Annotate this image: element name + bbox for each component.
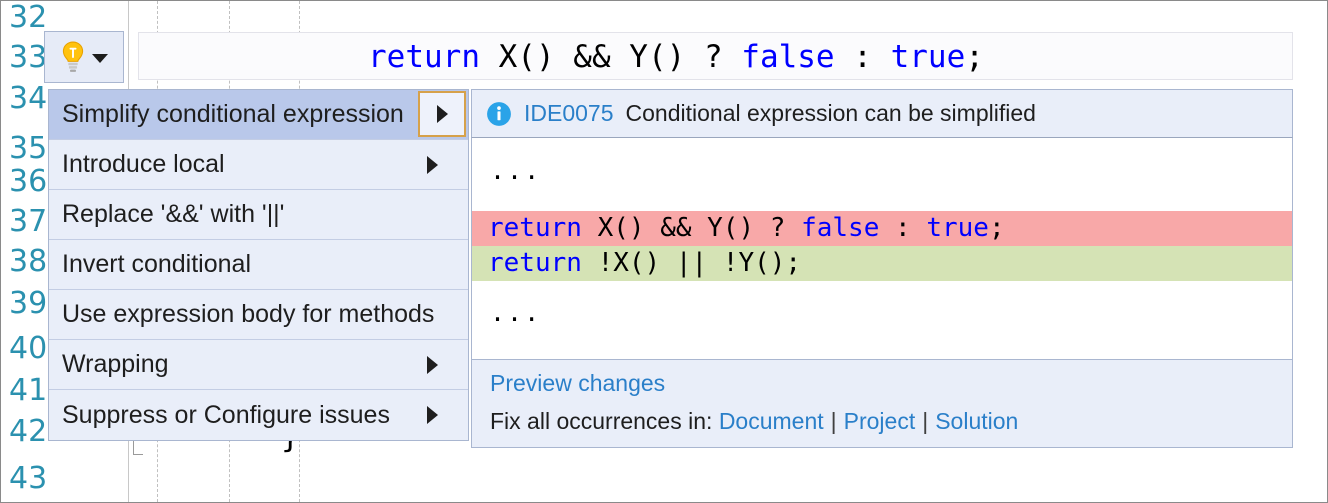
lightbulb-icon [62,41,84,72]
code-token-false: false [741,39,835,75]
menu-item-label: Use expression body for methods [62,300,435,328]
diff-token-true: true [926,213,989,243]
preview-footer: Preview changes Fix all occurrences in: … [471,359,1293,448]
menu-item-use-expression-body-for-methods[interactable]: Use expression body for methods [49,290,468,340]
diff-line-removed: return X() && Y() ? false : true; [472,211,1292,246]
block-end-marker [133,441,143,455]
line-number: 43 [9,461,48,496]
info-icon [487,101,511,126]
link-separator: | [830,408,837,434]
preview-header: IDE0075 Conditional expression can be si… [471,89,1293,137]
chevron-right-icon [427,155,438,174]
diff-token-false: false [801,213,880,243]
code-token-true: true [890,39,966,75]
diff-token-keyword: return [488,248,582,278]
code-token-expression: X() && Y() ? [479,39,742,75]
menu-item-suppress-or-configure-issues[interactable]: Suppress or Configure issues [49,390,468,440]
menu-item-label: Introduce local [62,150,225,178]
menu-item-label: Suppress or Configure issues [62,400,390,429]
fix-all-solution-link[interactable]: Solution [935,408,1018,434]
menu-item-label: Simplify conditional expression [62,100,404,128]
diff-token-colon: : [879,213,927,243]
chevron-down-icon[interactable] [92,53,108,63]
link-separator: | [922,408,929,434]
menu-item-invert-conditional[interactable]: Invert conditional [49,240,468,290]
diagnostic-id-link[interactable]: IDE0075 [524,100,614,127]
chevron-right-icon [427,406,438,424]
menu-item-replace-and-with-or[interactable]: Replace '&&' with '||' [49,190,468,240]
menu-item-wrapping[interactable]: Wrapping [49,340,468,390]
lightbulb-button[interactable] [44,31,124,83]
fix-all-project-link[interactable]: Project [844,408,916,434]
code-line-33[interactable]: return X() && Y() ? false : true; [138,37,1288,77]
fix-all-occurrences-row: Fix all occurrences in: Document | Project… [490,408,1292,435]
submenu-expand-box[interactable] [418,91,466,137]
code-token-keyword: return [368,39,480,75]
chevron-right-icon [427,355,438,374]
diff-token-expression: !X() || !Y(); [581,248,802,278]
menu-item-label: Replace '&&' with '||' [62,200,285,228]
quick-actions-preview-pane: IDE0075 Conditional expression can be si… [471,89,1293,448]
quick-actions-menu[interactable]: Simplify conditional expression Introduc… [48,89,469,441]
diff-token-expression: X() && Y() ? [581,213,802,243]
preview-diff-body: ... return X() && Y() ? false : true; re… [471,137,1293,359]
fix-all-prefix-label: Fix all occurrences in: [490,408,713,434]
diff-token-keyword: return [488,213,582,243]
code-ellipsis-bottom: ... [490,298,542,327]
diagnostic-message: Conditional expression can be simplified [625,100,1036,126]
menu-item-label: Invert conditional [62,250,252,278]
diff-token-semicolon: ; [988,213,1005,243]
diff-line-added: return !X() || !Y(); [472,246,1292,281]
fix-all-document-link[interactable]: Document [719,408,824,434]
menu-item-simplify-conditional-expression[interactable]: Simplify conditional expression [49,90,468,140]
menu-item-introduce-local[interactable]: Introduce local [49,140,468,190]
code-token-colon: : [834,39,891,75]
chevron-right-icon [436,105,448,123]
preview-changes-link[interactable]: Preview changes [490,370,1292,397]
code-ellipsis-top: ... [490,156,542,185]
code-token-semicolon: ; [965,39,984,75]
visual-studio-quick-actions-screenshot: return X() && Y() ? false : true; } 32 3… [0,0,1328,503]
menu-item-label: Wrapping [62,350,169,378]
